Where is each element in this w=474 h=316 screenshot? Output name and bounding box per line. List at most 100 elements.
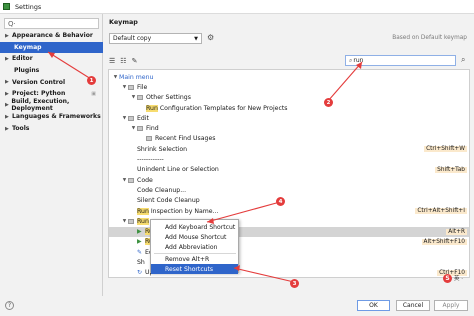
tree-row[interactable]: Shrink Selection Ctrl+Shift+W — [109, 144, 469, 154]
ok-button[interactable]: OK — [357, 300, 390, 311]
menu-item-add-mouse-shortcut[interactable]: Add Mouse Shortcut — [151, 232, 238, 242]
sidebar-item-label: Tools — [12, 125, 30, 133]
ime-indicator: S 英 · — [443, 273, 473, 283]
tree-row[interactable]: Silent Code Cleanup — [109, 196, 469, 206]
settings-search-value: Q· — [8, 19, 16, 28]
tree-row-label: Sh — [137, 259, 145, 266]
window-titlebar: Settings — [0, 0, 474, 14]
tree-row[interactable]: Run Configuration Templates for New Proj… — [109, 103, 469, 113]
folder-icon — [128, 115, 134, 121]
chevron-right-icon[interactable]: ▶ — [5, 126, 12, 132]
cancel-button[interactable]: Cancel — [396, 300, 430, 311]
settings-sidebar: Q· ▶ Appearance & Behavior Keymap ▶ Editor Pl… — [0, 14, 103, 296]
tree-row[interactable]: ▼ Edit — [109, 113, 469, 123]
tree-toolbar: ☰ ☷ ✎ — [109, 57, 137, 65]
tree-row-label: Unindent Line or Selection — [137, 166, 219, 174]
chevron-right-icon[interactable]: ▶ — [5, 33, 12, 39]
ime-logo-icon: S — [443, 273, 452, 283]
sidebar-item-appearance-behavior[interactable]: ▶ Appearance & Behavior — [0, 30, 103, 42]
gear-icon[interactable]: ⚙ — [207, 33, 214, 42]
collapse-all-icon[interactable]: ☷ — [120, 57, 126, 65]
folder-icon — [128, 84, 134, 90]
tree-row[interactable]: Recent Find Usages — [109, 134, 469, 144]
tree-row[interactable]: ▼ Main menu — [109, 72, 469, 82]
search-match-highlight: Run — [137, 207, 149, 215]
chevron-down-icon: ▼ — [194, 35, 198, 42]
expand-toggle-icon[interactable]: ▼ — [121, 116, 128, 121]
tree-row-label: File — [137, 83, 148, 91]
tree-row-text: Inspection by Name... — [148, 207, 219, 215]
folder-icon — [137, 95, 143, 101]
sidebar-item-tools[interactable]: ▶ Tools — [0, 123, 103, 135]
edit-icon[interactable]: ✎ — [132, 57, 138, 65]
tree-row-label: Code — [137, 176, 153, 184]
app-icon — [3, 3, 10, 10]
expand-toggle-icon[interactable]: ▼ — [130, 126, 137, 131]
chevron-right-icon[interactable]: ▶ — [5, 91, 12, 97]
action-icon: ▶ — [137, 238, 142, 246]
tree-row-label: Code Cleanup... — [137, 186, 187, 194]
action-icon: ↻ — [137, 269, 143, 277]
tree-row[interactable]: ▼ File — [109, 82, 469, 92]
sidebar-item-label: Project: Python — [12, 90, 66, 98]
chevron-right-icon[interactable]: ▶ — [5, 79, 12, 85]
tree-row-text: Sh — [137, 259, 145, 267]
tree-row[interactable]: ------------ — [109, 154, 469, 164]
sidebar-item-label: Appearance & Behavior — [12, 32, 93, 40]
sidebar-item-label: Version Control — [12, 78, 66, 86]
search-icon: ⌕ — [349, 56, 353, 64]
annotation-badge-3: 3 — [290, 279, 299, 288]
sidebar-item-editor[interactable]: ▶ Editor — [0, 53, 103, 65]
tree-row[interactable]: ▼ Code — [109, 175, 469, 185]
settings-search-input[interactable]: Q· — [4, 18, 99, 29]
tree-row[interactable]: ▼ Other Settings — [109, 93, 469, 103]
annotation-badge-1: 1 — [87, 76, 96, 85]
page-title: Keymap — [109, 18, 138, 26]
sidebar-item-label: Plugins — [14, 67, 40, 75]
apply-button[interactable]: Apply — [434, 300, 468, 311]
shortcut-badge: Ctrl+Shift+W — [424, 146, 467, 153]
sidebar-item-plugins[interactable]: Plugins — [0, 65, 103, 77]
based-on-label: Based on Default keymap — [392, 35, 467, 41]
expand-toggle-icon[interactable]: ▼ — [121, 219, 128, 224]
keymap-scheme-value: Default copy — [113, 35, 152, 42]
annotation-badge-4: 4 — [276, 197, 285, 206]
tree-row-label: Recent Find Usages — [155, 135, 216, 143]
tree-row[interactable]: Unindent Line or Selection Shift+Tab — [109, 165, 469, 175]
folder-icon — [128, 218, 134, 224]
search-match-highlight: Run — [137, 217, 149, 225]
keymap-filter-value: run — [353, 57, 364, 64]
menu-item-add-abbreviation[interactable]: Add Abbreviation — [151, 242, 238, 252]
tree-row[interactable]: Run Inspection by Name... Ctrl+Alt+Shift+… — [109, 206, 469, 216]
sidebar-item-languages-frameworks[interactable]: ▶ Languages & Frameworks — [0, 111, 103, 123]
expand-toggle-icon[interactable]: ▼ — [121, 178, 128, 183]
menu-item-reset-shortcuts[interactable]: Reset Shortcuts — [151, 264, 238, 274]
chevron-right-icon[interactable]: ▶ — [5, 114, 12, 120]
expand-toggle-icon[interactable]: ▼ — [130, 95, 137, 100]
sidebar-item-build-execution-deployment[interactable]: ▶ Build, Execution, Deployment — [0, 98, 103, 112]
sidebar-item-keymap[interactable]: Keymap — [0, 41, 103, 54]
keymap-scheme-select[interactable]: Default copy ▼ — [109, 33, 202, 44]
tree-row-label: Silent Code Cleanup — [137, 197, 200, 205]
sidebar-item-label: Languages & Frameworks — [12, 113, 101, 121]
menu-item-add-keyboard-shortcut[interactable]: Add Keyboard Shortcut — [151, 222, 238, 232]
tree-row-label: Other Settings — [146, 94, 191, 102]
expand-toggle-icon[interactable]: ▼ — [121, 85, 128, 90]
expand-toggle-icon[interactable]: ▼ — [112, 75, 119, 80]
expand-all-icon[interactable]: ☰ — [109, 57, 115, 65]
tree-row[interactable]: ▼ Find — [109, 124, 469, 134]
window-title: Settings — [15, 2, 42, 11]
folder-icon — [128, 177, 134, 183]
sidebar-item-label: Keymap — [14, 43, 42, 51]
tree-row[interactable]: Code Cleanup... — [109, 185, 469, 195]
action-icon: ▶ — [137, 228, 142, 236]
find-shortcut-icon[interactable]: ⌕ — [461, 55, 465, 65]
keymap-filter-input[interactable]: ⌕ run — [345, 55, 456, 66]
folder-icon — [137, 126, 143, 132]
menu-item-remove-shortcut[interactable]: Remove Alt+R — [151, 254, 238, 264]
project-settings-icon: ▣ — [91, 90, 96, 97]
help-icon[interactable]: ? — [5, 301, 14, 310]
tree-row-label: Find — [146, 125, 159, 133]
chevron-right-icon[interactable]: ▶ — [5, 56, 12, 62]
tree-row-label: Edit — [137, 114, 149, 122]
